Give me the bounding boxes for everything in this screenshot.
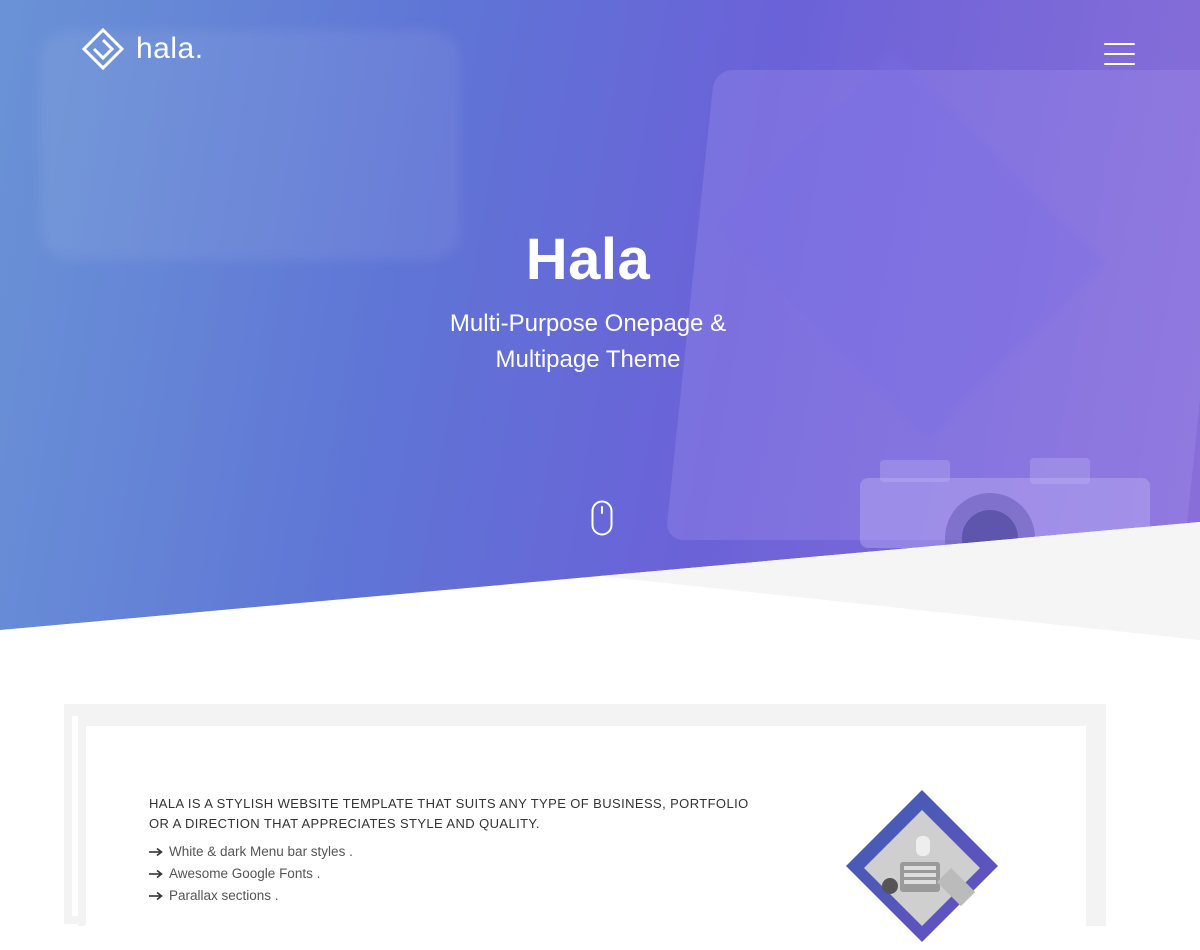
long-arrow-right-icon (149, 847, 163, 857)
feature-text: Parallax sections . (169, 888, 279, 903)
hero-title: Hala (525, 227, 651, 292)
diamond-logo-icon (81, 27, 125, 71)
hamburger-menu-icon[interactable] (1104, 43, 1135, 65)
mouse-scroll-icon[interactable] (591, 500, 613, 536)
about-diamond-image (846, 790, 998, 942)
list-item: White & dark Menu bar styles . (149, 841, 353, 863)
hero-subtitle-line-1: Multi-Purpose Onepage & (449, 310, 727, 337)
feature-text: Awesome Google Fonts . (169, 866, 321, 881)
brand-logo[interactable]: hala. (80, 26, 204, 72)
list-item: Awesome Google Fonts . (149, 863, 353, 885)
feature-list: White & dark Menu bar styles . Awesome G… (149, 841, 353, 907)
hero-background-camera (860, 458, 1150, 558)
hero-subtitle: Multi-Purpose Onepage & Multipage Theme (0, 306, 1176, 378)
hero-subtitle-line-2: Multipage Theme (495, 346, 681, 373)
hero-section: hala. Hala Multi-Purpose Onepage & Multi… (0, 0, 1200, 640)
about-intro-text: HALA IS A STYLISH WEBSITE TEMPLATE THAT … (149, 796, 749, 831)
long-arrow-right-icon (149, 869, 163, 879)
feature-text: White & dark Menu bar styles . (169, 844, 353, 859)
list-item: Parallax sections . (149, 885, 353, 907)
brand-name: hala. (136, 32, 204, 65)
